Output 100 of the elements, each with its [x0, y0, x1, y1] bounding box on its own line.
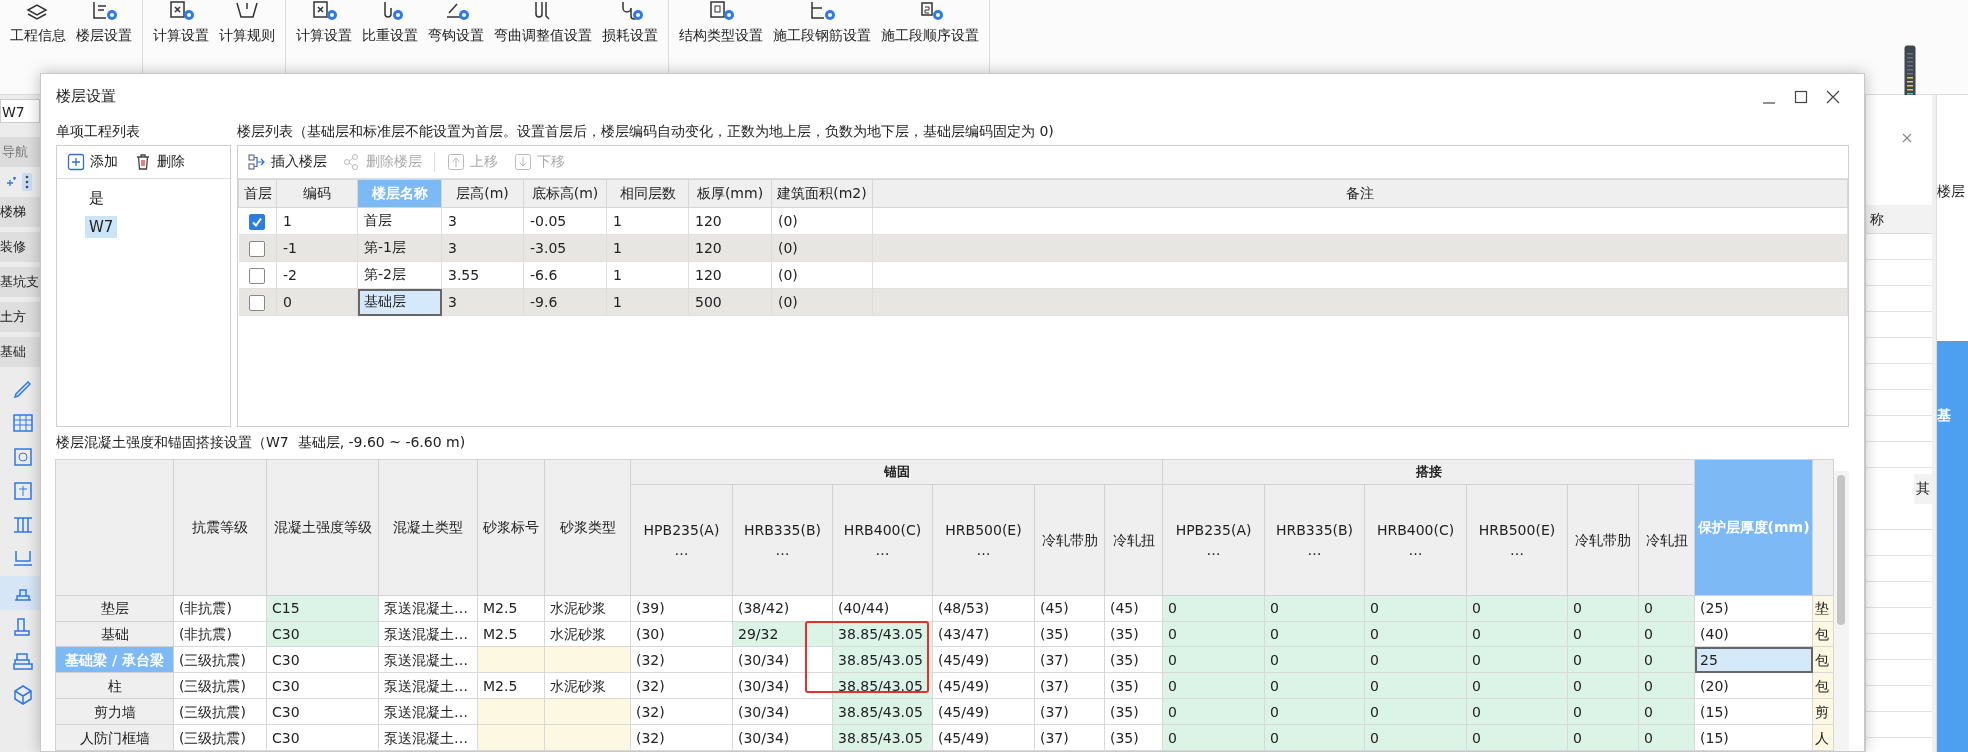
- table-cell[interactable]: C15: [266, 595, 379, 621]
- table-cell[interactable]: (30): [630, 621, 733, 647]
- table-cell[interactable]: [544, 646, 631, 673]
- table-cell[interactable]: 泵送混凝土…: [378, 621, 478, 647]
- table-cell[interactable]: 泵送混凝土…: [378, 698, 478, 725]
- table-cell[interactable]: (37): [1034, 724, 1105, 751]
- table-cell[interactable]: (35): [1104, 672, 1163, 699]
- table-cell[interactable]: (30/34): [732, 646, 833, 673]
- table-cell[interactable]: 0: [1567, 698, 1639, 725]
- table-cell[interactable]: 水泥砂浆: [544, 672, 631, 699]
- table-cell[interactable]: 0: [1466, 672, 1568, 699]
- table-cell[interactable]: (0): [771, 288, 873, 316]
- column-header[interactable]: 建筑面积(m2): [771, 179, 873, 208]
- table-cell[interactable]: 0: [1466, 595, 1568, 621]
- ribbon-button[interactable]: 弯曲调整值设置: [490, 0, 596, 50]
- table-cell[interactable]: (非抗震): [173, 621, 267, 647]
- table-cell[interactable]: (30/34): [732, 698, 833, 725]
- table-cell[interactable]: (0): [771, 234, 873, 262]
- navigator-item[interactable]: 装修: [0, 232, 40, 262]
- table-cell[interactable]: 0: [1264, 698, 1365, 725]
- table-cell[interactable]: 泵送混凝土…: [378, 646, 478, 673]
- table-cell[interactable]: (35): [1104, 724, 1163, 751]
- table-cell[interactable]: (45/49): [932, 646, 1035, 673]
- column-header[interactable]: HRB500(E) …: [932, 484, 1035, 596]
- table-cell[interactable]: 0: [1466, 698, 1568, 725]
- tree-item[interactable]: 是: [85, 187, 108, 211]
- table-cell[interactable]: (32): [630, 646, 733, 673]
- table-cell[interactable]: 1: [276, 207, 358, 235]
- table-cell[interactable]: C30: [266, 672, 379, 699]
- table-cell[interactable]: 38.85/43.05: [832, 698, 933, 725]
- table-cell[interactable]: 0: [1162, 621, 1265, 647]
- table-cell[interactable]: (35): [1104, 621, 1163, 647]
- table-cell[interactable]: 0: [1162, 698, 1265, 725]
- table-cell[interactable]: C30: [266, 621, 379, 647]
- checkbox[interactable]: [249, 213, 266, 230]
- column-header[interactable]: 冷轧扭: [1104, 484, 1163, 596]
- checkbox[interactable]: [249, 267, 266, 284]
- columns-icon[interactable]: [12, 514, 34, 536]
- add-button[interactable]: 添加: [63, 151, 122, 174]
- table-cell[interactable]: 0: [1264, 646, 1365, 673]
- table-cell[interactable]: (非抗震): [173, 595, 267, 621]
- ribbon-button[interactable]: 工程信息: [6, 0, 70, 50]
- table-cell[interactable]: (0): [771, 261, 873, 289]
- table-cell[interactable]: (35): [1034, 621, 1105, 647]
- table-cell[interactable]: 水泥砂浆: [544, 621, 631, 647]
- table-cell[interactable]: 1: [606, 261, 689, 289]
- column-header[interactable]: HRB335(B) …: [1264, 484, 1365, 596]
- ribbon-button[interactable]: 施工段顺序设置: [877, 0, 983, 50]
- table-cell[interactable]: (32): [630, 724, 733, 751]
- insert-button[interactable]: 插入楼层: [244, 151, 331, 174]
- row-header[interactable]: 垫层: [55, 595, 174, 621]
- column-header[interactable]: 抗震等级: [173, 459, 267, 596]
- navigator-item[interactable]: 楼梯: [0, 197, 40, 227]
- table-cell[interactable]: 0: [1264, 724, 1365, 751]
- delete-button[interactable]: 删除: [130, 151, 189, 174]
- table-cell[interactable]: (37): [1034, 672, 1105, 699]
- table-cell[interactable]: 0: [1162, 672, 1265, 699]
- column-header[interactable]: HRB400(C) …: [1364, 484, 1467, 596]
- table-cell[interactable]: 0: [1162, 724, 1265, 751]
- table-cell[interactable]: (三级抗震): [173, 698, 267, 725]
- table-cell[interactable]: 0: [1466, 724, 1568, 751]
- pencil-icon[interactable]: [12, 378, 34, 400]
- table-cell[interactable]: 0: [1364, 595, 1467, 621]
- table-cell[interactable]: (37): [1034, 646, 1105, 673]
- column-header[interactable]: 混凝土类型: [378, 459, 478, 596]
- table-cell[interactable]: C30: [266, 646, 379, 673]
- table-cell[interactable]: -2: [276, 261, 358, 289]
- table-cell[interactable]: (45/49): [932, 724, 1035, 751]
- table-cell[interactable]: 0: [1567, 621, 1639, 647]
- table-cell[interactable]: 1: [606, 288, 689, 316]
- column-header[interactable]: HPB235(A) …: [630, 484, 733, 596]
- table-cell[interactable]: 1: [606, 234, 689, 262]
- tree-item[interactable]: W7: [85, 216, 118, 239]
- ribbon-button[interactable]: 结构类型设置: [675, 0, 767, 50]
- checkbox[interactable]: [249, 294, 266, 311]
- table-cell[interactable]: 120: [688, 261, 772, 289]
- ribbon-button[interactable]: 计算规则: [215, 0, 279, 50]
- table-cell[interactable]: -0.05: [523, 207, 607, 235]
- table-cell[interactable]: 3: [441, 207, 524, 235]
- column-header[interactable]: HRB335(B) …: [732, 484, 833, 596]
- table-cell[interactable]: (45): [1104, 595, 1163, 621]
- column-header[interactable]: 备注: [872, 179, 1848, 208]
- table-cell[interactable]: [544, 724, 631, 751]
- side-tab[interactable]: 其: [1914, 474, 1932, 504]
- table-cell[interactable]: 0: [1567, 595, 1639, 621]
- ribbon-button[interactable]: 楼层设置: [72, 0, 136, 50]
- table-cell[interactable]: 0: [1264, 621, 1365, 647]
- table-cell[interactable]: 0: [1364, 621, 1467, 647]
- table-cell[interactable]: 0: [1567, 646, 1639, 673]
- scrollbar-thumb[interactable]: [1837, 475, 1846, 625]
- table-cell[interactable]: (15): [1694, 698, 1813, 725]
- table-cell[interactable]: (37): [1034, 698, 1105, 725]
- table-cell[interactable]: M2.5: [477, 595, 545, 621]
- table-cell[interactable]: -9.6: [523, 288, 607, 316]
- table-cell[interactable]: (三级抗震): [173, 672, 267, 699]
- table-cell[interactable]: (35): [1104, 646, 1163, 673]
- table-cell[interactable]: (30/34): [732, 724, 833, 751]
- table-cell[interactable]: (45/49): [932, 672, 1035, 699]
- square-cross-icon[interactable]: [12, 480, 34, 502]
- column-header[interactable]: 砂浆类型: [544, 459, 631, 596]
